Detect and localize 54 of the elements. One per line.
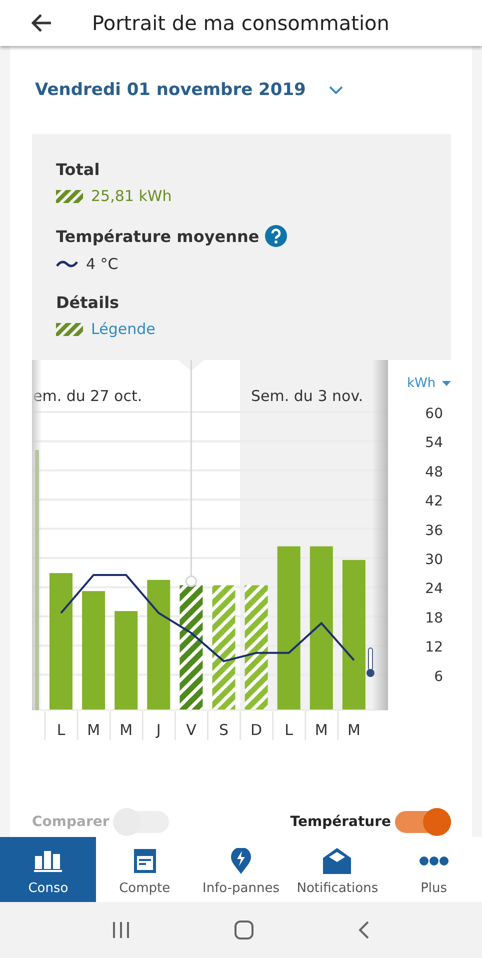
caret-icon[interactable] [442, 381, 451, 386]
back-icon[interactable] [358, 920, 370, 940]
bar-chart-icon [34, 849, 62, 873]
week-label: Sem. du 3 nov. [251, 387, 364, 405]
temperature-label: Température moyenne [56, 226, 260, 246]
axis-tick-label: 18 [425, 610, 443, 626]
recent-apps-icon[interactable] [112, 921, 130, 939]
total-value: 25,81 kWh [91, 187, 172, 205]
details-label: Détails [56, 293, 120, 312]
day-label: M [314, 721, 328, 739]
hatched-swatch-icon [56, 190, 83, 202]
lightning-pin-icon [231, 848, 252, 874]
axis-tick-label: 24 [425, 581, 443, 598]
axis-tick-label: 30 [425, 552, 443, 568]
wave-line-icon [56, 259, 78, 269]
total-label: Total [56, 160, 100, 179]
day-label: V [186, 721, 196, 739]
more-icon [418, 856, 449, 866]
day-label: D [250, 721, 262, 739]
day-label: S [218, 721, 229, 739]
home-icon[interactable] [234, 920, 254, 940]
axis-tick-label: 6 [434, 668, 443, 685]
chevron-down-icon[interactable] [328, 85, 344, 95]
toggle-switch[interactable] [395, 809, 451, 835]
unit-label[interactable]: kWh [407, 376, 436, 391]
axis-tick-label: 42 [425, 494, 443, 510]
day-label: L [56, 721, 66, 739]
day-label: M [347, 721, 360, 739]
day-label: M [120, 721, 133, 739]
axis-tick-label: 60 [425, 406, 443, 422]
screen-title: Portrait de ma consommation [92, 11, 390, 35]
week-label: em. du 27 oct. [33, 387, 142, 405]
consumption-bar[interactable] [82, 591, 106, 710]
bill-icon [132, 849, 157, 873]
day-label: M [87, 721, 100, 739]
axis-tick-label: 12 [425, 640, 443, 656]
hatched-consumption-bar[interactable] [212, 585, 236, 710]
nav-tab[interactable]: Conso [0, 837, 96, 902]
consumption-bar[interactable] [310, 546, 333, 710]
thermometer-icon [366, 648, 374, 677]
hatched-consumption-bar[interactable] [180, 585, 203, 710]
toggle-label: Comparer [32, 814, 110, 830]
day-label: L [284, 721, 294, 739]
consumption-bar[interactable] [147, 580, 170, 710]
day-label: J [156, 721, 161, 739]
date-dropdown[interactable]: Vendredi 01 novembre 2019 [35, 80, 344, 100]
temperature-value: 4 °C [86, 255, 118, 273]
axis-tick-label: 54 [425, 435, 443, 452]
envelope-icon [323, 848, 352, 874]
hatched-swatch-icon [56, 322, 83, 336]
help-icon[interactable] [265, 225, 288, 247]
axis-tick-label: 36 [425, 522, 443, 539]
toggle-label: Température [290, 814, 391, 830]
axis-tick-label: 48 [425, 464, 443, 480]
